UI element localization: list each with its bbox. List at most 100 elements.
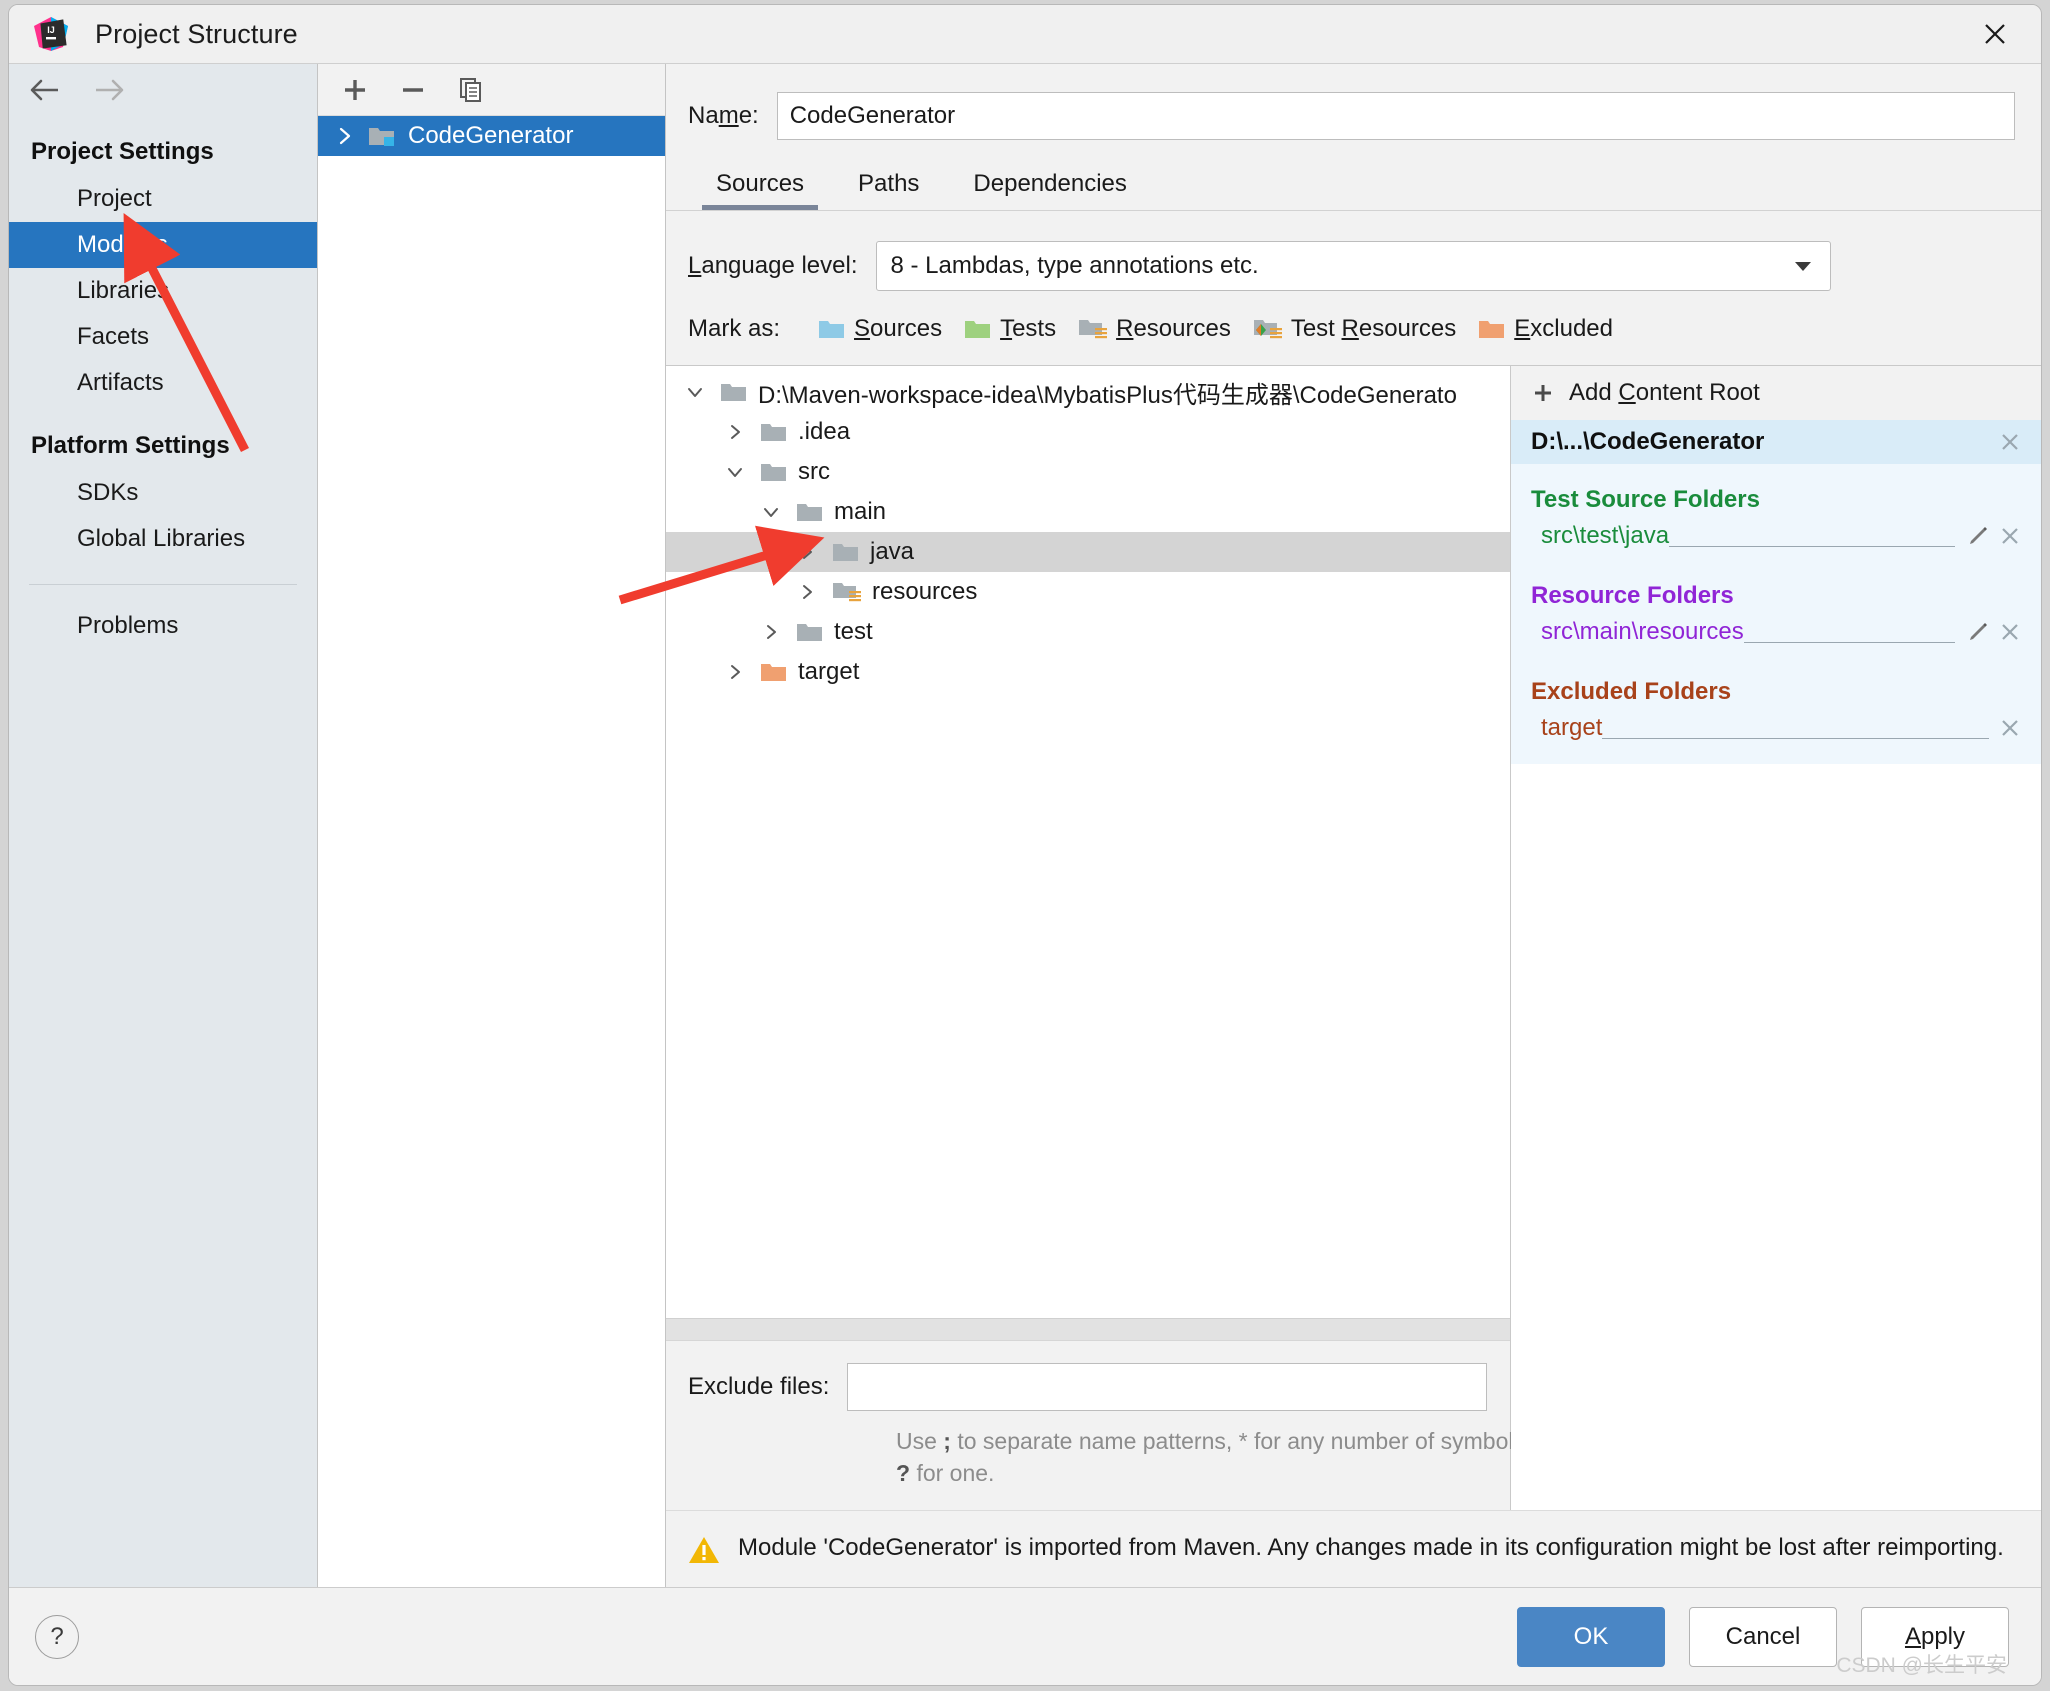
folder-icon (797, 504, 822, 521)
sidebar-item-project[interactable]: Project (9, 176, 317, 222)
exclude-files-hint: Use ; to separate name patterns, * for a… (896, 1427, 1532, 1487)
chevron-right-icon[interactable] (792, 582, 822, 602)
tree-row-main[interactable]: main (666, 492, 1510, 532)
copy-icon (460, 77, 481, 102)
root-entry-path-test-source: src\test\java (1541, 522, 1670, 549)
module-list-toolbar (318, 64, 665, 116)
tree-row-java[interactable]: java (666, 532, 1510, 572)
close-button[interactable] (1963, 11, 2027, 57)
tree-row-src[interactable]: src (666, 452, 1510, 492)
chevron-right-icon[interactable] (334, 125, 356, 147)
mark-as-sources-button[interactable]: Sources (818, 315, 942, 343)
tree-row-test[interactable]: test (666, 612, 1510, 652)
remove-resource-button[interactable] (1995, 621, 2025, 643)
folder-icon (761, 464, 786, 481)
chevron-right-icon[interactable] (720, 662, 750, 682)
chevron-right-icon[interactable] (756, 622, 786, 642)
folder-icon (761, 424, 786, 441)
root-entry-excluded[interactable]: target (1511, 710, 2041, 764)
tree-horizontal-scrollbar[interactable] (666, 1317, 1510, 1340)
warning-triangle-icon (689, 1536, 719, 1563)
content-roots-panel: Add Content Root D:\...\CodeGenerator Te… (1511, 366, 2041, 1510)
remove-module-button[interactable] (396, 73, 430, 107)
tree-row-resources[interactable]: resources (666, 572, 1510, 612)
sidebar-item-artifacts[interactable]: Artifacts (9, 360, 317, 406)
excluded-folder-icon (761, 664, 786, 681)
add-module-button[interactable] (338, 73, 372, 107)
root-entry-path-resource: src\main\resources (1541, 618, 1744, 645)
mark-as-resources-button[interactable]: Resources (1078, 315, 1231, 343)
tree-label-idea: .idea (798, 418, 851, 445)
mark-as-test-resources-button[interactable]: Test Resources (1253, 315, 1456, 343)
content-roots-empty-area (1511, 764, 2041, 1510)
ok-button[interactable]: OK (1517, 1606, 1665, 1667)
tab-paths[interactable]: Paths (836, 164, 941, 210)
module-editor-panel: Name: Sources Paths Dependencies Languag… (666, 64, 2041, 1587)
close-icon (2002, 624, 2018, 640)
content-root-path: D:\...\CodeGenerator (1531, 428, 1765, 455)
folder-icon (797, 624, 822, 641)
language-level-select[interactable]: 8 - Lambdas, type annotations etc. (875, 241, 1831, 291)
maven-warning-text: Module 'CodeGenerator' is imported from … (738, 1533, 2004, 1561)
forward-button[interactable] (91, 75, 127, 105)
add-content-root-button[interactable]: Add Content Root (1511, 366, 2041, 420)
back-button[interactable] (27, 75, 63, 105)
window-title: Project Structure (95, 18, 298, 49)
sidebar-group-platform-settings: Platform Settings (31, 432, 230, 459)
sidebar-item-problems[interactable]: Problems (9, 603, 317, 649)
remove-excluded-button[interactable] (1995, 717, 2025, 739)
entry-underline (1669, 525, 1955, 547)
module-name-input[interactable] (776, 92, 2015, 140)
exclude-files-input[interactable] (847, 1362, 1488, 1411)
chevron-down-icon[interactable] (756, 502, 786, 522)
csdn-watermark: CSDN @长生平安 (1836, 1654, 2007, 1677)
tree-label-target: target (798, 658, 860, 685)
root-entry-test-source[interactable]: src\test\java (1511, 518, 2041, 560)
help-button[interactable]: ? (35, 1614, 79, 1659)
folder-icon (833, 544, 858, 561)
root-entry-resource[interactable]: src\main\resources (1511, 614, 2041, 656)
tree-row-idea[interactable]: .idea (666, 412, 1510, 452)
module-row-codegenerator[interactable]: CodeGenerator (318, 116, 665, 156)
copy-module-button[interactable] (454, 73, 488, 107)
chevron-right-icon[interactable] (792, 542, 822, 562)
exclude-files-label: Exclude files: (688, 1372, 830, 1400)
sidebar-item-facets[interactable]: Facets (9, 314, 317, 360)
chevron-down-icon[interactable] (720, 462, 750, 482)
edit-test-source-button[interactable] (1961, 524, 1995, 548)
root-entry-path-excluded: target (1541, 714, 1603, 741)
mark-as-row: Mark as: Sources Tests Resources Test Re… (666, 291, 2041, 365)
sidebar-nav-arrows (9, 64, 317, 116)
intellij-idea-logo-icon: IJ (33, 16, 69, 52)
plus-icon (1535, 385, 1551, 401)
section-title-resource-folders: Resource Folders (1531, 582, 1734, 609)
tree-row-content-root[interactable]: D:\Maven-workspace-idea\MybatisPlus代码生成器… (666, 372, 1510, 412)
section-title-test-source-folders: Test Source Folders (1531, 486, 1760, 513)
module-name-field-label: Name: (688, 102, 759, 129)
tree-row-target[interactable]: target (666, 652, 1510, 692)
entry-underline (1743, 621, 1955, 643)
edit-resource-button[interactable] (1961, 620, 1995, 644)
sidebar-item-modules[interactable]: Modules (9, 222, 317, 268)
mark-as-tests-button[interactable]: Tests (964, 315, 1056, 343)
remove-content-root-button[interactable] (1995, 431, 2025, 453)
chevron-down-icon[interactable] (680, 382, 710, 402)
cancel-button[interactable]: Cancel (1689, 1606, 1837, 1667)
chevron-right-icon[interactable] (720, 422, 750, 442)
sidebar-item-global-libraries[interactable]: Global Libraries (9, 516, 317, 562)
tab-sources[interactable]: Sources (694, 164, 826, 210)
plus-icon (345, 79, 365, 100)
module-tabs: Sources Paths Dependencies (666, 164, 2041, 211)
content-roots-area: D:\Maven-workspace-idea\MybatisPlus代码生成器… (666, 365, 2041, 1510)
test-resources-folder-icon (1253, 320, 1282, 339)
tab-dependencies[interactable]: Dependencies (951, 164, 1148, 210)
add-content-root-label: Add Content Root (1569, 379, 1760, 406)
language-level-value: 8 - Lambdas, type annotations etc. (890, 252, 1259, 279)
resources-folder-icon (833, 583, 861, 602)
mark-as-excluded-button[interactable]: Excluded (1478, 315, 1613, 343)
mark-as-resources-label: Resources (1116, 315, 1231, 342)
remove-test-source-button[interactable] (1995, 525, 2025, 547)
sidebar-item-sdks[interactable]: SDKs (9, 470, 317, 516)
sidebar-item-libraries[interactable]: Libraries (9, 268, 317, 314)
source-tree-wrapper: D:\Maven-workspace-idea\MybatisPlus代码生成器… (666, 366, 1531, 1510)
